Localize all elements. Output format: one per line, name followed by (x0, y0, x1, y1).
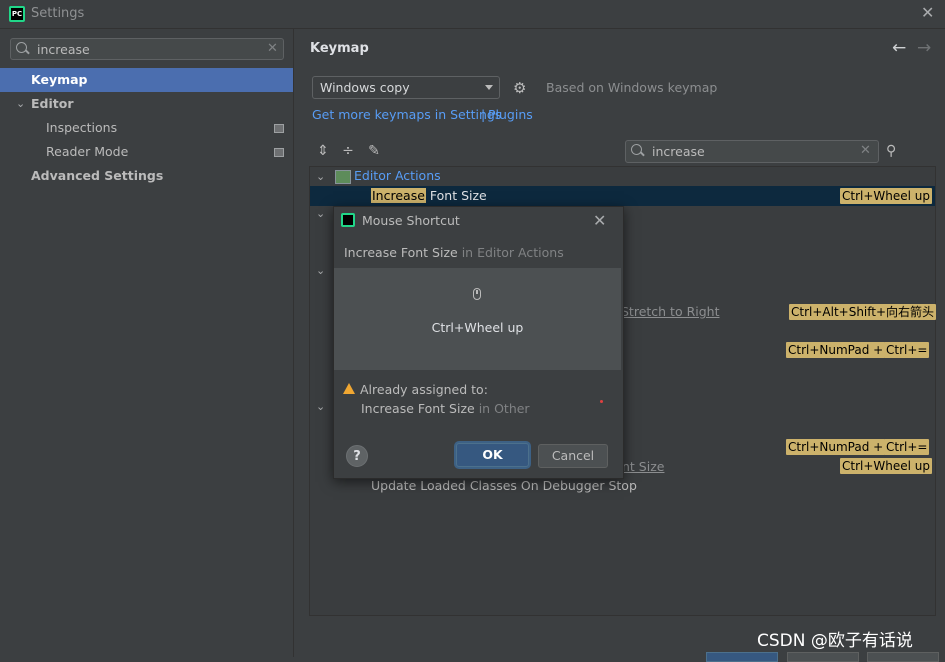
more-keymaps-link[interactable]: Get more keymaps in Settings (312, 107, 501, 122)
conflict-action: Increase Font Size in Other (361, 401, 530, 416)
sidebar-item-label: Advanced Settings (31, 168, 164, 183)
chevron-down-icon[interactable]: ⌄ (316, 207, 325, 220)
forward-arrow-icon[interactable]: → (917, 38, 931, 58)
shortcut-badge: Ctrl+Alt+Shift+向右箭头 (789, 304, 937, 320)
project-settings-icon (274, 124, 284, 133)
back-arrow-icon[interactable]: ← (892, 38, 906, 58)
keymap-search-input[interactable] (652, 143, 852, 159)
find-by-shortcut-icon[interactable]: ⚲ (886, 143, 896, 159)
clear-search-icon[interactable]: ✕ (267, 41, 278, 56)
sidebar-item-label: Inspections (46, 120, 118, 135)
collapse-all-icon[interactable]: ÷ (339, 142, 357, 160)
search-match: Increase (371, 188, 426, 203)
tree-row-label[interactable]: Stretch to Right (621, 304, 720, 319)
conflict-action-name: Increase Font Size (361, 401, 475, 416)
search-icon (631, 144, 642, 155)
sidebar-item-keymap[interactable]: Keymap (0, 68, 293, 92)
expand-all-icon[interactable]: ⇕ (314, 142, 332, 160)
settings-apply-button[interactable] (867, 652, 939, 662)
window-title: Settings (31, 6, 85, 21)
gear-icon[interactable]: ⚙ (513, 79, 526, 97)
sidebar-item-reader-mode[interactable]: Reader Mode (0, 140, 293, 164)
plugins-link[interactable]: Plugins (488, 107, 533, 122)
chevron-down-icon[interactable]: ⌄ (316, 170, 325, 183)
search-icon (16, 42, 27, 53)
settings-cancel-button[interactable] (787, 652, 859, 662)
watermark: CSDN @欧子有话说 (757, 631, 913, 651)
shortcut-badge: Ctrl+Wheel up (840, 188, 933, 204)
tree-row-label[interactable]: Update Loaded Classes On Debugger Stop (371, 478, 637, 493)
shortcut-badge: Ctrl+Wheel up (840, 458, 933, 474)
pycharm-icon (341, 213, 355, 227)
conflict-context: in Other (474, 401, 530, 416)
sidebar-item-label: Keymap (31, 72, 88, 87)
dialog-action-name: Increase Font Size in Editor Actions (344, 245, 564, 260)
sidebar-item-advanced-settings[interactable]: Advanced Settings (0, 164, 293, 188)
tree-row-label: Increase Font Size (371, 188, 487, 203)
folder-icon (335, 170, 351, 184)
captured-shortcut: Ctrl+Wheel up (431, 320, 524, 335)
pycharm-icon (9, 6, 25, 22)
error-dot (600, 400, 603, 403)
keymap-dropdown-value: Windows copy (320, 80, 410, 95)
chevron-down-icon[interactable]: ⌄ (316, 400, 325, 413)
shortcut-badge: Ctrl+= (884, 342, 930, 358)
settings-search-field[interactable]: ✕ (10, 38, 284, 60)
chevron-down-icon[interactable]: ⌄ (16, 92, 25, 116)
settings-search-input[interactable] (37, 41, 237, 57)
close-icon[interactable]: ✕ (593, 211, 606, 230)
page-title: Keymap (310, 41, 369, 56)
sidebar-item-label: Editor (31, 96, 74, 111)
shortcut-badge: Ctrl+NumPad + (786, 439, 886, 455)
tree-row-label-rest: Font Size (425, 188, 487, 203)
settings-ok-button[interactable] (706, 652, 778, 662)
link-separator: | (481, 107, 486, 122)
tree-row-label[interactable]: nt Size (622, 459, 664, 474)
warning-text: Already assigned to: (360, 382, 488, 397)
edit-shortcut-icon[interactable]: ✎ (365, 142, 383, 160)
sidebar-item-label: Reader Mode (46, 144, 129, 159)
mouse-icon (473, 288, 481, 300)
tree-group-editor-actions[interactable]: Editor Actions (354, 168, 441, 183)
shortcut-badge: Ctrl+NumPad + (786, 342, 886, 358)
shortcut-capture-area[interactable] (334, 268, 621, 370)
keymap-dropdown[interactable]: Windows copy (312, 76, 500, 99)
dropdown-arrow-icon (485, 85, 493, 90)
sidebar-item-inspections[interactable]: Inspections (0, 116, 293, 140)
clear-search-icon[interactable]: ✕ (860, 143, 871, 158)
sidebar-item-editor[interactable]: ⌄ Editor (0, 92, 293, 116)
ok-button[interactable]: OK (456, 443, 529, 467)
shortcut-badge: Ctrl+= (884, 439, 930, 455)
based-on-label: Based on Windows keymap (546, 80, 718, 95)
dialog-title: Mouse Shortcut (362, 213, 460, 228)
help-button[interactable]: ? (346, 445, 368, 467)
warning-icon (343, 383, 355, 394)
keymap-search-field[interactable]: ✕ (625, 140, 879, 163)
project-settings-icon (274, 148, 284, 157)
title-bar (0, 0, 945, 29)
action-context: in Editor Actions (457, 245, 564, 260)
chevron-down-icon[interactable]: ⌄ (316, 264, 325, 277)
close-icon[interactable]: ✕ (921, 3, 934, 22)
action-name: Increase Font Size (344, 245, 458, 260)
cancel-button[interactable]: Cancel (538, 444, 608, 468)
